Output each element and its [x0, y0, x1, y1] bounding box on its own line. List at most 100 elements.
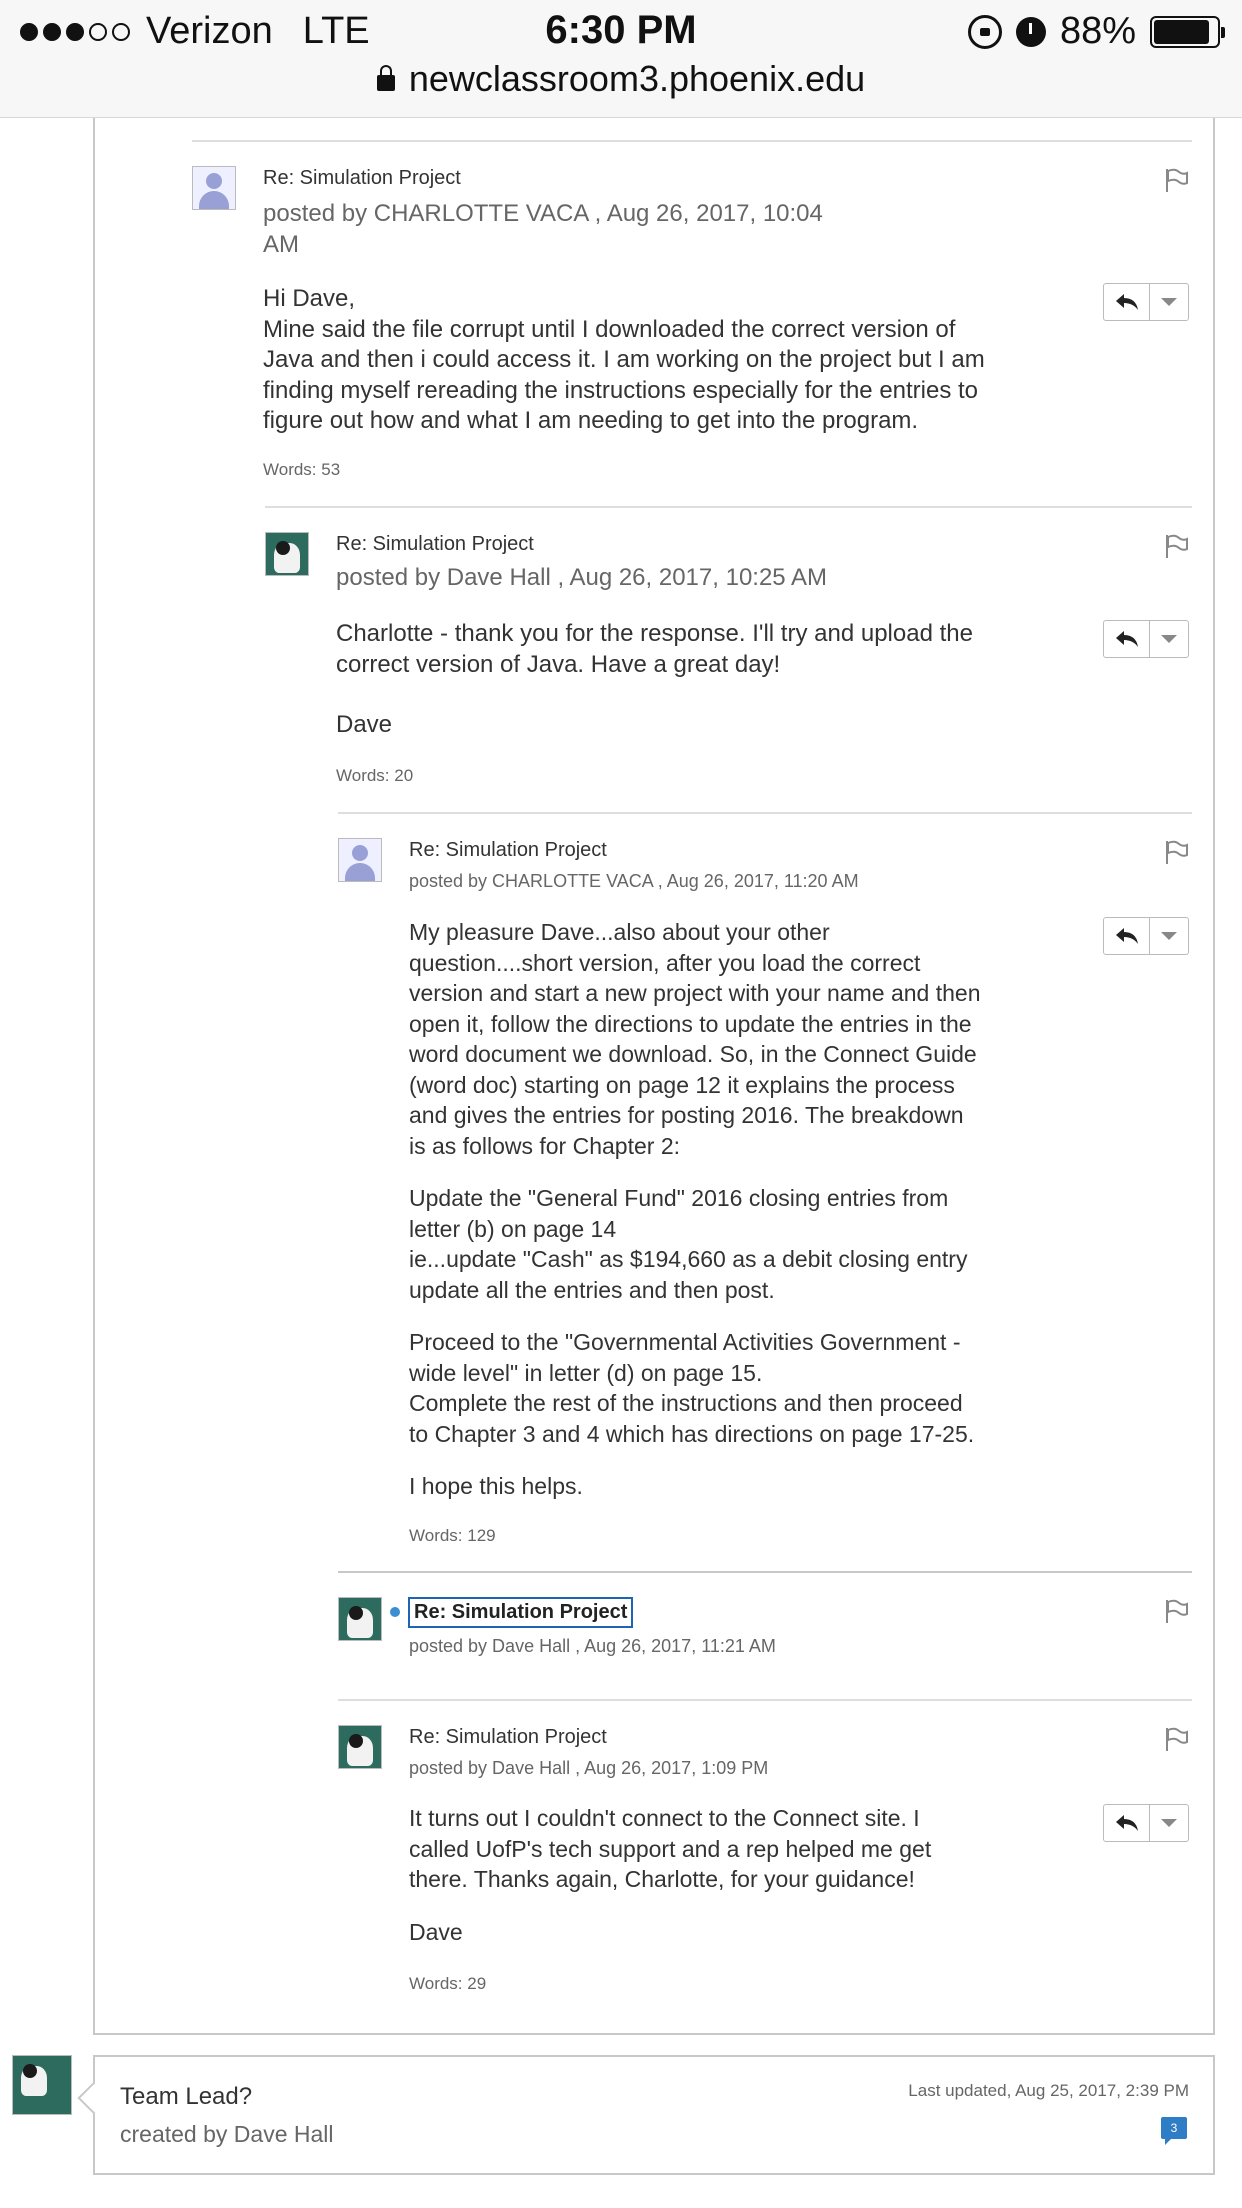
body-line: called UofP's tech support and a rep hel… — [409, 1835, 932, 1862]
chevron-down-icon — [1161, 932, 1177, 940]
post-subject[interactable]: Re: Simulation Project — [408, 1597, 634, 1628]
body-line: (word doc) starting on page 12 it explai… — [409, 1071, 955, 1098]
body-line: Dave — [409, 1918, 463, 1945]
flag-icon[interactable] — [1163, 167, 1189, 193]
flag-icon[interactable] — [1163, 1598, 1189, 1624]
post-subject[interactable]: Re: Simulation Project — [409, 839, 607, 862]
flag-icon[interactable] — [1163, 839, 1189, 865]
body-line: letter (b) on page 14 — [409, 1215, 617, 1242]
reply-dropdown[interactable] — [1150, 621, 1188, 657]
avatar — [265, 532, 309, 576]
reply-icon — [1115, 294, 1138, 310]
divider — [338, 1699, 1192, 1701]
url-text: newclassroom3.phoenix.edu — [408, 58, 866, 99]
body-line: open it, follow the directions to update… — [409, 1010, 972, 1037]
thread-title[interactable]: Team Lead? — [120, 2083, 252, 2111]
post-byline: posted by CHARLOTTE VACA , Aug 26, 2017,… — [263, 198, 823, 260]
status-bar: Verizon LTE 6:30 PM 88% newclassroom3.ph… — [0, 0, 1242, 118]
post-byline: posted by Dave Hall , Aug 26, 2017, 1:09… — [409, 1758, 769, 1778]
post-byline: posted by Dave Hall , Aug 26, 2017, 10:2… — [336, 564, 827, 591]
body-line: correct version of Java. Have a great da… — [336, 650, 781, 678]
reply-button[interactable] — [1104, 918, 1150, 954]
post-byline: posted by CHARLOTTE VACA , Aug 26, 2017,… — [409, 871, 859, 891]
post: Re: Simulation Project posted by Dave Ha… — [338, 1571, 1192, 1699]
post: Re: Simulation Project posted by Dave Ha… — [338, 1699, 1192, 2009]
unread-indicator — [390, 1607, 400, 1617]
reply-dropdown[interactable] — [1150, 1805, 1188, 1841]
reply-control — [1103, 620, 1189, 658]
body-line: finding myself rereading the instruction… — [263, 376, 979, 404]
avatar — [12, 2055, 72, 2115]
body-line: I hope this helps. — [409, 1473, 583, 1499]
body-line: Update the "General Fund" 2016 closing e… — [409, 1185, 949, 1211]
divider — [338, 812, 1192, 814]
post-subject[interactable]: Re: Simulation Project — [409, 1726, 607, 1749]
reply-button[interactable] — [1104, 284, 1150, 320]
body-line: word document we download. So, in the Co… — [409, 1041, 977, 1067]
avatar — [338, 1725, 382, 1769]
reply-button[interactable] — [1104, 621, 1150, 657]
post-body: My pleasure Dave...also about your other… — [409, 917, 1049, 1502]
body-line: ie...update "Cash" as $194,660 as a debi… — [409, 1246, 968, 1272]
body-line: My pleasure Dave...also about your other — [409, 919, 830, 945]
reply-control — [1103, 1804, 1189, 1842]
avatar — [338, 1597, 382, 1641]
byline-text: AM — [263, 231, 299, 258]
reply-icon — [1115, 1815, 1138, 1831]
battery-percent: 88% — [1059, 10, 1136, 52]
word-count: Words: 53 — [263, 460, 341, 479]
body-line: It turns out I couldn't connect to the C… — [409, 1805, 920, 1831]
card-pointer — [77, 2082, 109, 2114]
chevron-down-icon — [1161, 635, 1177, 643]
post: Re: Simulation Project posted by CHARLOT… — [192, 140, 1192, 505]
body-line: Complete the rest of the instructions an… — [409, 1390, 963, 1416]
body-line: version and start a new project with you… — [409, 980, 981, 1006]
post: Re: Simulation Project posted by CHARLOT… — [338, 812, 1192, 1572]
chevron-down-icon — [1161, 298, 1177, 306]
chevron-down-icon — [1161, 1819, 1177, 1827]
reply-dropdown[interactable] — [1150, 284, 1188, 320]
battery-icon — [1150, 15, 1225, 48]
divider — [265, 506, 1192, 508]
divider — [192, 140, 1192, 142]
orientation-lock-icon — [967, 14, 1002, 49]
body-line: there. Thanks again, Charlotte, for your… — [409, 1866, 915, 1892]
reply-control — [1103, 917, 1189, 955]
divider — [338, 1571, 1192, 1573]
word-count: Words: 20 — [336, 766, 414, 785]
body-line: is as follows for Chapter 2: — [409, 1132, 681, 1159]
flag-icon[interactable] — [1163, 533, 1189, 559]
body-line: Charlotte - thank you for the response. … — [336, 620, 973, 647]
alarm-icon — [1015, 16, 1046, 47]
flag-icon[interactable] — [1163, 1726, 1189, 1752]
reply-icon — [1115, 631, 1138, 647]
post: Re: Simulation Project posted by Dave Ha… — [265, 506, 1192, 811]
avatar — [338, 838, 382, 882]
body-line: and gives the entries for posting 2016. … — [409, 1102, 964, 1128]
reply-dropdown[interactable] — [1150, 918, 1188, 954]
body-line: Mine said the file corrupt until I downl… — [263, 315, 956, 343]
reply-button[interactable] — [1104, 1805, 1150, 1841]
body-line: Java and then i could access it. I am wo… — [263, 346, 985, 373]
body-line: question....short version, after you loa… — [409, 949, 921, 976]
last-updated: Last updated, Aug 25, 2017, 2:39 PM — [908, 2081, 1189, 2100]
post-subject[interactable]: Re: Simulation Project — [336, 533, 534, 556]
post-byline: posted by Dave Hall , Aug 26, 2017, 11:2… — [409, 1636, 776, 1656]
body-line: Proceed to the "Governmental Activities … — [409, 1329, 961, 1355]
body-line: Dave — [336, 711, 393, 738]
body-line: figure out how and what I am needing to … — [263, 407, 919, 434]
byline-text: posted by CHARLOTTE VACA , Aug 26, 2017,… — [263, 200, 823, 227]
comment-count-icon[interactable]: 3 — [1161, 2117, 1187, 2145]
body-line: wide level" in letter (d) on page 15. — [409, 1359, 763, 1386]
status-icons: 88% — [967, 10, 1225, 53]
body-line: update all the entries and then post. — [409, 1276, 775, 1303]
word-count: Words: 129 — [409, 1526, 496, 1545]
post-body: It turns out I couldn't connect to the C… — [409, 1803, 1029, 1947]
address-bar[interactable]: newclassroom3.phoenix.edu — [0, 58, 1242, 100]
lock-icon — [376, 65, 395, 91]
body-line: to Chapter 3 and 4 which has directions … — [409, 1420, 975, 1447]
post-subject[interactable]: Re: Simulation Project — [263, 167, 461, 190]
word-count: Words: 29 — [409, 1974, 487, 1993]
reply-icon — [1115, 928, 1138, 944]
thread-card[interactable]: Team Lead? created by Dave Hall Last upd… — [77, 2055, 1215, 2175]
